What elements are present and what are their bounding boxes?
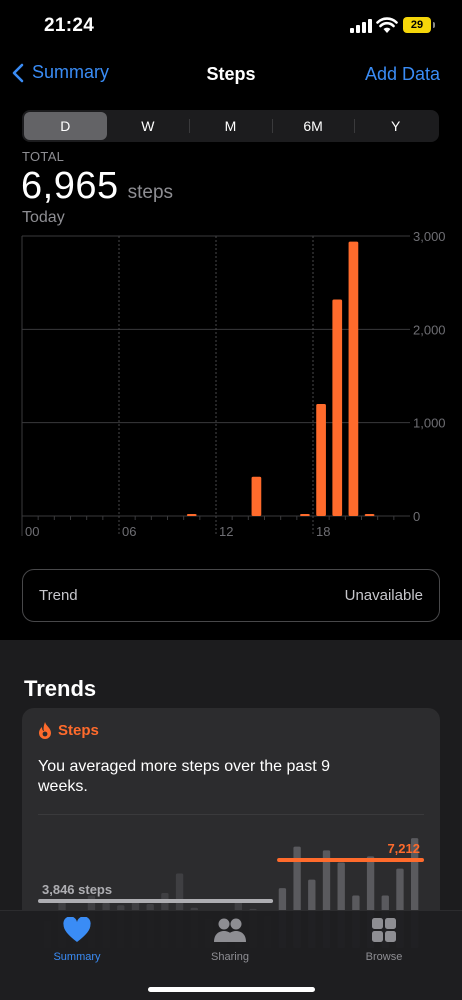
status-bar: 21:24 29	[0, 0, 462, 52]
x-tick-label: 00	[25, 524, 39, 539]
y-tick-label: 1,000	[413, 416, 446, 431]
battery-icon: 29	[403, 17, 435, 33]
card-metric-label: Steps	[58, 722, 99, 739]
segment-day[interactable]: D	[24, 112, 107, 140]
y-tick-label: 2,000	[413, 322, 446, 337]
grid-icon	[372, 918, 396, 942]
heart-icon	[63, 916, 91, 942]
cellular-signal-icon	[350, 19, 372, 33]
step-bar	[348, 241, 359, 516]
add-data-button[interactable]: Add Data	[365, 64, 440, 85]
flame-icon	[39, 722, 51, 739]
segment-week[interactable]: W	[107, 112, 190, 140]
tab-browse-label: Browse	[365, 951, 403, 963]
y-tick-label: 0	[413, 509, 420, 524]
card-description: You averaged more steps over the past 9 …	[38, 758, 331, 795]
y-tick-label: 3,000	[413, 230, 446, 244]
segment-six-months[interactable]: 6M	[271, 112, 355, 140]
wifi-icon	[376, 17, 398, 33]
tab-browse[interactable]: Browse	[324, 917, 444, 963]
total-steps-number: 6,965	[21, 165, 119, 207]
time-range-selector: D W M 6M Y	[22, 110, 439, 142]
step-bar	[332, 299, 343, 516]
x-tick-label: 06	[122, 524, 136, 539]
tab-summary-label: Summary	[53, 951, 101, 963]
card-header: Steps	[38, 722, 99, 739]
date-label: Today	[22, 209, 65, 226]
total-steps-unit: steps	[127, 182, 174, 203]
tab-summary[interactable]: Summary	[17, 916, 137, 963]
status-time: 21:24	[44, 15, 95, 36]
trend-value: Unavailable	[344, 587, 423, 604]
steps-bar-chart[interactable]: 3,0002,0001,000000 06 12 18	[0, 230, 462, 545]
tab-sharing-label: Sharing	[211, 951, 249, 963]
new-average-label: 7,212	[387, 841, 420, 856]
people-icon	[214, 918, 246, 942]
step-bar	[251, 476, 262, 516]
step-bar	[316, 404, 326, 516]
x-tick-label: 18	[316, 524, 330, 539]
x-tick-label: 12	[219, 524, 233, 539]
old-average-label: 3,846 steps	[42, 882, 112, 897]
tab-sharing[interactable]: Sharing	[170, 917, 290, 963]
total-label: TOTAL	[22, 149, 65, 164]
home-indicator	[148, 987, 315, 992]
segment-month[interactable]: M	[189, 112, 272, 140]
card-divider	[38, 814, 424, 815]
segment-year[interactable]: Y	[354, 112, 437, 140]
step-bar	[364, 514, 375, 516]
navigation-bar: Summary Steps Add Data	[0, 52, 462, 98]
trend-label: Trend	[39, 587, 78, 604]
trend-row[interactable]: Trend Unavailable	[22, 569, 440, 622]
step-bar	[300, 514, 310, 516]
trends-title: Trends	[24, 676, 97, 701]
total-value: 6,965 steps	[21, 165, 173, 208]
step-bar	[186, 514, 197, 516]
